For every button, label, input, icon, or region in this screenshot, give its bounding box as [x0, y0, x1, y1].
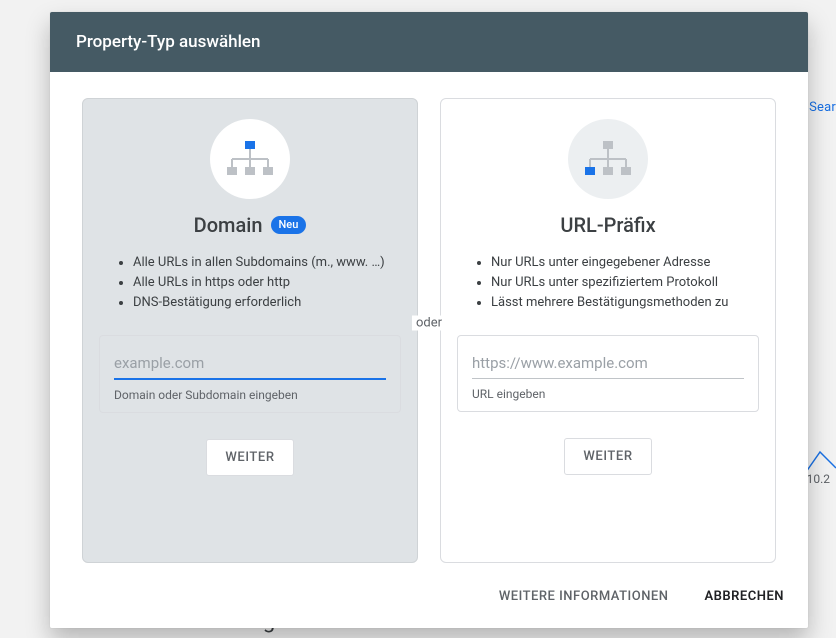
or-separator: oder: [412, 315, 446, 330]
url-title-row: URL-Präfix: [560, 213, 655, 237]
domain-icon-circle: [210, 119, 290, 199]
more-info-button[interactable]: WEITERE INFORMATIONEN: [495, 581, 673, 612]
url-icon-circle: [568, 119, 648, 199]
domain-input-box: Domain oder Subdomain eingeben: [99, 335, 401, 413]
url-prefix-card[interactable]: URL-Präfix Nur URLs unter eingegebener A…: [440, 98, 776, 563]
sitemap-icon: [224, 139, 276, 179]
list-item: DNS-Bestätigung erforderlich: [133, 293, 401, 313]
new-badge: Neu: [271, 216, 307, 234]
dialog-footer: WEITERE INFORMATIONEN ABBRECHEN: [50, 573, 808, 628]
list-item: Nur URLs unter eingegebener Adresse: [491, 253, 759, 273]
domain-card[interactable]: Domain Neu Alle URLs in allen Subdomains…: [82, 98, 418, 563]
domain-input[interactable]: [114, 348, 386, 380]
domain-continue-button[interactable]: WEITER: [206, 439, 293, 476]
list-item: Alle URLs in allen Subdomains (m., www. …: [133, 253, 401, 273]
domain-bullets: Alle URLs in allen Subdomains (m., www. …: [99, 253, 401, 313]
domain-input-hint: Domain oder Subdomain eingeben: [114, 388, 386, 402]
domain-title-row: Domain Neu: [194, 213, 307, 237]
url-prefix-title: URL-Präfix: [560, 213, 655, 237]
url-continue-button[interactable]: WEITER: [564, 438, 651, 475]
url-input-hint: URL eingeben: [472, 387, 744, 401]
property-type-dialog: Property-Typ auswählen Domain N: [50, 12, 808, 628]
url-input-box: URL eingeben: [457, 335, 759, 412]
list-item: Lässt mehrere Bestätigungsmethoden zu: [491, 293, 759, 313]
cancel-button[interactable]: ABBRECHEN: [700, 581, 788, 612]
list-item: Nur URLs unter spezifiziertem Protokoll: [491, 273, 759, 293]
domain-title: Domain: [194, 213, 263, 237]
list-item: Alle URLs in https oder http: [133, 273, 401, 293]
url-bullets: Nur URLs unter eingegebener Adresse Nur …: [457, 253, 759, 313]
dialog-title: Property-Typ auswählen: [50, 12, 808, 72]
url-prefix-input[interactable]: [472, 348, 744, 379]
dialog-body: Domain Neu Alle URLs in allen Subdomains…: [50, 72, 808, 573]
sitemap-icon: [582, 139, 634, 179]
